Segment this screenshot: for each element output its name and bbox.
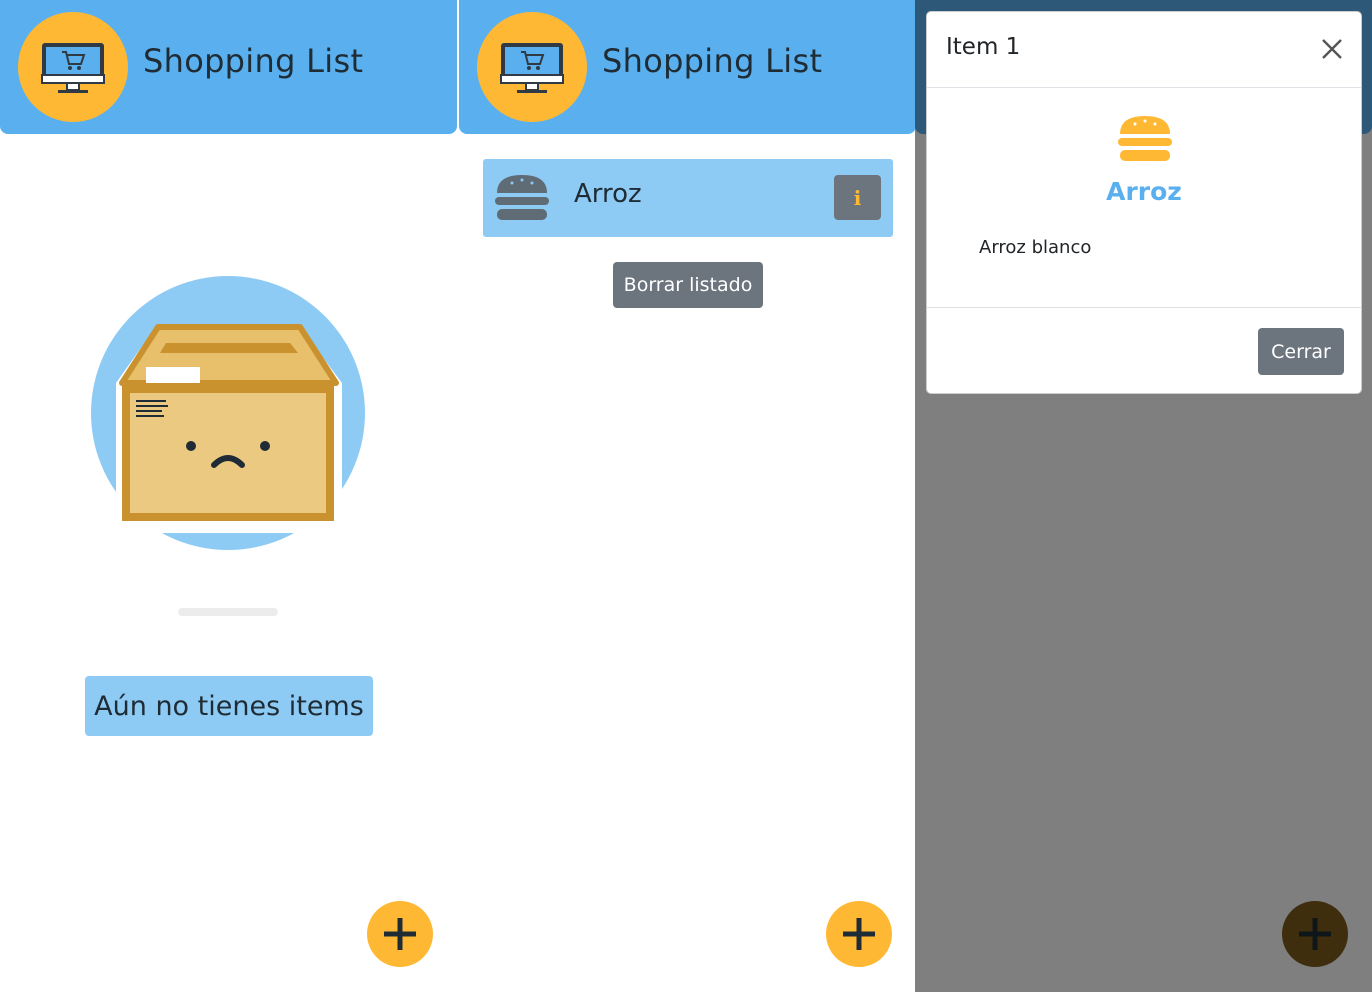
loading-placeholder-bar [178, 608, 278, 616]
burger-icon [495, 175, 549, 220]
shopping-monitor-icon [500, 43, 564, 93]
add-item-button[interactable] [367, 901, 433, 967]
empty-box-illustration [91, 276, 365, 550]
screen-item-modal: Item 1 Arroz Arroz blanco Cerrar [915, 0, 1372, 992]
modal-item-description: Arroz blanco [979, 237, 1092, 258]
modal-header: Item 1 [927, 12, 1361, 88]
modal-item-name: Arroz [1106, 177, 1182, 206]
app-title: Shopping List [602, 42, 823, 80]
plus-icon [843, 918, 875, 950]
burger-icon [1118, 116, 1172, 161]
item-name: Arroz [574, 179, 642, 209]
app-logo [18, 12, 128, 122]
item-modal: Item 1 Arroz Arroz blanco Cerrar [926, 11, 1362, 394]
plus-icon [384, 918, 416, 950]
app-logo [477, 12, 587, 122]
info-icon: i [853, 185, 862, 210]
shopping-monitor-icon [41, 43, 105, 93]
app-header: Shopping List [0, 0, 457, 134]
item-info-button[interactable]: i [834, 175, 881, 220]
close-icon[interactable] [1321, 38, 1343, 60]
list-item[interactable]: Arroz i [483, 159, 893, 237]
clear-list-button[interactable]: Borrar listado [613, 262, 763, 308]
modal-title: Item 1 [946, 34, 1021, 60]
modal-body: Arroz Arroz blanco [927, 89, 1361, 308]
app-header: Shopping List [459, 0, 916, 134]
app-title: Shopping List [143, 42, 364, 80]
close-modal-button[interactable]: Cerrar [1258, 328, 1344, 375]
add-item-button[interactable] [826, 901, 892, 967]
screen-empty-list: Shopping List Aún no tienes items [0, 0, 457, 992]
screen-item-list: Shopping List Arroz i Borrar listado [459, 0, 916, 992]
empty-message: Aún no tienes items [85, 676, 373, 736]
